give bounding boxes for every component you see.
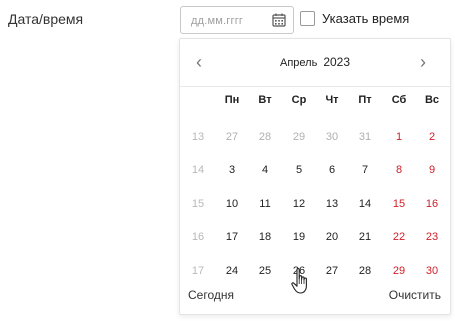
hand-cursor-icon	[291, 267, 307, 294]
calendar-popup: ‹ Апрель 2023 › Пн Вт Ср Чт Пт Сб Вс 13 27 28 29 30 3…	[179, 38, 451, 315]
day-cell[interactable]: 4	[250, 164, 280, 176]
weekday-label: Чт	[325, 94, 339, 106]
day-cell[interactable]: 27	[217, 131, 247, 143]
calendar-grid: Пн Вт Ср Чт Пт Сб Вс 13 27 28 29 30 31 1 2 14 3 4 5 6 7 8 9 15 1…	[180, 87, 450, 289]
week-row: 14 3 4 5 6 7 8 9	[180, 154, 450, 188]
day-cell[interactable]: 16	[417, 198, 447, 210]
month-label[interactable]: Апрель	[280, 57, 317, 69]
day-cell[interactable]: 28	[250, 131, 280, 143]
weekday-header-row: Пн Вт Ср Чт Пт Сб Вс	[180, 87, 450, 121]
day-cell[interactable]: 13	[317, 198, 347, 210]
weekday-label: Вт	[258, 94, 272, 106]
weekday-label: Вс	[424, 94, 440, 106]
day-cell[interactable]: 1	[384, 131, 414, 143]
date-input-placeholder: дд.мм.гггг	[191, 15, 244, 27]
time-checkbox-label: Указать время	[322, 11, 410, 26]
weekday-label: Пн	[224, 94, 240, 106]
week-row: 15 10 11 12 13 14 15 16	[180, 188, 450, 222]
calendar-icon[interactable]	[272, 13, 286, 27]
date-input[interactable]: дд.мм.гггг	[180, 6, 294, 34]
week-number: 16	[191, 231, 205, 244]
day-cell[interactable]: 9	[417, 164, 447, 176]
time-checkbox[interactable]	[300, 11, 315, 26]
day-cell[interactable]: 2	[417, 131, 447, 143]
day-cell[interactable]: 3	[217, 164, 247, 176]
day-cell[interactable]: 22	[384, 231, 414, 243]
calendar-footer: Сегодня Очистить	[180, 274, 450, 314]
week-row: 16 17 18 19 20 21 22 23	[180, 221, 450, 255]
day-cell[interactable]: 20	[317, 231, 347, 243]
day-cell[interactable]: 29	[284, 131, 314, 143]
day-cell[interactable]: 18	[250, 231, 280, 243]
weekday-label: Ср	[291, 94, 307, 106]
day-cell[interactable]: 15	[384, 198, 414, 210]
clear-button[interactable]: Очистить	[389, 288, 441, 302]
calendar-header: ‹ Апрель 2023 ›	[180, 39, 450, 86]
weekday-label: Сб	[391, 94, 407, 106]
time-toggle[interactable]: Указать время	[300, 11, 409, 26]
week-number: 14	[191, 164, 205, 177]
day-cell[interactable]: 17	[217, 231, 247, 243]
day-cell[interactable]: 31	[350, 131, 380, 143]
day-cell[interactable]: 14	[350, 198, 380, 210]
day-cell[interactable]: 7	[350, 164, 380, 176]
week-row: 13 27 28 29 30 31 1 2	[180, 121, 450, 155]
day-cell[interactable]: 19	[284, 231, 314, 243]
week-number: 13	[191, 130, 205, 143]
next-month-icon[interactable]: ›	[413, 53, 433, 71]
day-cell[interactable]: 10	[217, 198, 247, 210]
day-cell[interactable]: 8	[384, 164, 414, 176]
weekday-label: Пт	[358, 94, 372, 106]
day-cell[interactable]: 21	[350, 231, 380, 243]
day-cell[interactable]: 30	[317, 131, 347, 143]
today-button[interactable]: Сегодня	[188, 288, 234, 302]
day-cell[interactable]: 11	[250, 198, 280, 210]
day-cell[interactable]: 12	[284, 198, 314, 210]
month-year-title: Апрель 2023	[180, 55, 450, 69]
day-cell[interactable]: 5	[284, 164, 314, 176]
week-number: 15	[191, 197, 205, 210]
day-cell[interactable]: 6	[317, 164, 347, 176]
day-cell[interactable]: 23	[417, 231, 447, 243]
year-label[interactable]: 2023	[323, 55, 350, 69]
date-time-label: Дата/время	[8, 11, 84, 27]
